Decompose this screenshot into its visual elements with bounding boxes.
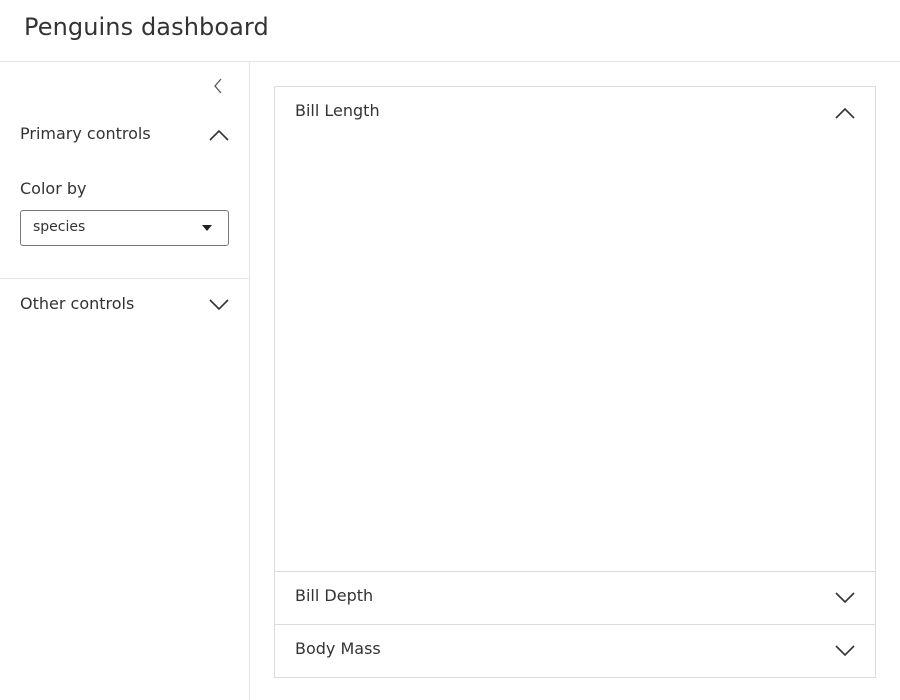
bill-depth-header[interactable]: Bill Depth <box>275 572 875 624</box>
color-by-select[interactable]: species <box>20 210 229 246</box>
color-by-label: Color by <box>20 179 87 198</box>
other-controls-header[interactable]: Other controls <box>0 285 249 325</box>
sidebar-collapse-button[interactable] <box>208 76 228 96</box>
sidebar: Primary controls Color by species Other … <box>0 62 250 700</box>
app-header: Penguins dashboard <box>0 0 900 62</box>
page-title: Penguins dashboard <box>24 13 269 41</box>
body-mass-title: Body Mass <box>295 639 381 658</box>
other-controls-title: Other controls <box>20 294 135 313</box>
chevron-down-icon <box>835 590 855 606</box>
chevron-left-icon <box>208 76 228 96</box>
bill-length-body <box>275 139 875 571</box>
caret-down-icon <box>202 225 212 231</box>
chevron-down-icon <box>209 297 229 313</box>
sidebar-divider <box>0 278 249 279</box>
bill-length-header[interactable]: Bill Length <box>275 87 875 139</box>
color-by-selected-value: species <box>33 219 86 235</box>
primary-controls-header[interactable]: Primary controls <box>0 115 249 155</box>
bill-length-title: Bill Length <box>295 101 380 120</box>
chevron-up-icon <box>835 105 855 121</box>
chevron-down-icon <box>835 643 855 659</box>
bill-depth-title: Bill Depth <box>295 586 374 605</box>
main-content: Bill Length Bill Depth Body Mass <box>250 62 900 700</box>
accordion-panel: Bill Length Bill Depth Body Mass <box>274 86 876 678</box>
chevron-up-icon <box>209 127 229 143</box>
body-mass-header[interactable]: Body Mass <box>275 625 875 677</box>
primary-controls-title: Primary controls <box>20 124 151 143</box>
